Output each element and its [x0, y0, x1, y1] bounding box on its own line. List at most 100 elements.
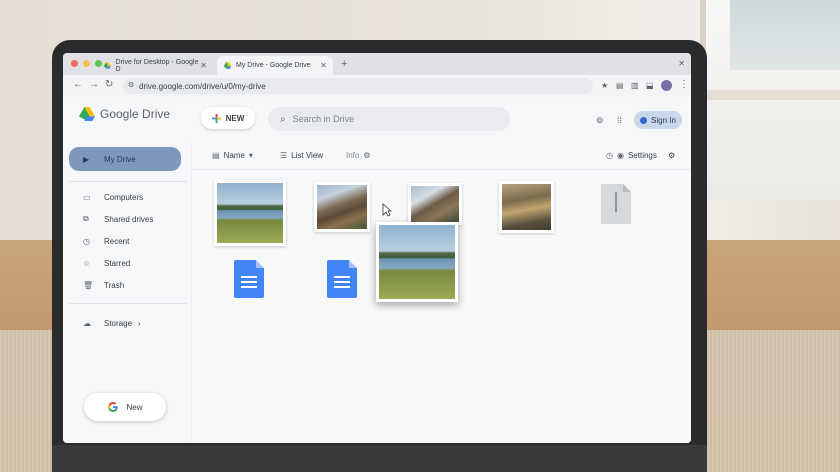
- info-button[interactable]: Info ⚙: [346, 151, 371, 160]
- google-drive-icon: [79, 107, 95, 121]
- sidebar-item-my-drive[interactable]: ▶ My Drive: [69, 147, 181, 171]
- new-button[interactable]: NEW: [201, 107, 255, 129]
- laptop-screen: Drive for Desktop - Google D ✕ My Drive …: [63, 53, 691, 443]
- doc-fold: [256, 260, 264, 268]
- profile-avatar[interactable]: [661, 80, 672, 91]
- room-window-glass: [730, 0, 840, 70]
- doc-line: [241, 286, 257, 288]
- reading-list-icon[interactable]: ▥: [631, 81, 639, 90]
- file-image-mountain[interactable]: [314, 182, 370, 232]
- new-button-label: New: [126, 402, 143, 412]
- browser-tabstrip: Drive for Desktop - Google D ✕ My Drive …: [63, 53, 691, 75]
- browser-tab-drive-desktop[interactable]: Drive for Desktop - Google D ✕: [97, 56, 213, 75]
- tab-title: My Drive - Google Drive: [236, 62, 311, 69]
- room-window-sill: [700, 90, 840, 100]
- sidebar-divider: [69, 303, 187, 304]
- browser-tab-my-drive[interactable]: My Drive - Google Drive ✕: [217, 56, 333, 75]
- sidebar: ▶ My Drive ▭ Computers ⧉ Shared drives ◷…: [63, 143, 191, 443]
- doc-line: [334, 281, 350, 283]
- image-thumbnail: [502, 184, 551, 230]
- doc-line: [241, 276, 257, 278]
- image-thumbnail: [411, 186, 459, 222]
- sort-label: Name: [223, 151, 245, 160]
- main-content: ▤ Name ▾ ☰ List View Info ⚙ ◷ ◉ Settings: [191, 143, 691, 443]
- trash-icon: 🗑: [83, 280, 94, 290]
- window-close-dot[interactable]: [71, 60, 78, 67]
- sort-icon: ▤: [212, 151, 220, 160]
- image-thumbnail: [317, 185, 367, 229]
- downloads-icon[interactable]: ⬓: [646, 81, 654, 90]
- search-icon: ⌕: [280, 113, 286, 125]
- apps-grid-icon[interactable]: ⁞⁞: [617, 115, 622, 125]
- sidebar-item-starred[interactable]: ☆ Starred: [69, 255, 181, 271]
- clock-icon: ◷: [606, 151, 613, 160]
- sidebar-item-shared-drives[interactable]: ⧉ Shared drives: [69, 211, 181, 227]
- doc-line: [334, 286, 350, 288]
- dragged-image-lake[interactable]: [376, 222, 458, 302]
- forward-arrow-icon[interactable]: →: [89, 79, 99, 90]
- drive-app: Google Drive NEW ⌕ Search in Drive ⊚ ⁞⁞ …: [63, 97, 691, 443]
- zip-file-icon[interactable]: [601, 184, 631, 224]
- sidebar-item-recent[interactable]: ◷ Recent: [69, 233, 181, 249]
- computer-icon: ▭: [83, 192, 91, 202]
- bookmark-star-icon[interactable]: ★: [601, 81, 608, 90]
- address-bar[interactable]: ⚙ drive.google.com/drive/u/0/my-drive: [123, 78, 593, 94]
- main-toolbar: ▤ Name ▾ ☰ List View Info ⚙ ◷ ◉ Settings: [192, 143, 691, 170]
- file-image-valley[interactable]: [499, 181, 554, 233]
- file-image-lake[interactable]: [214, 180, 286, 246]
- list-view-button[interactable]: ☰ List View: [280, 151, 323, 160]
- settings-label: Settings: [627, 151, 657, 160]
- close-icon[interactable]: ✕: [678, 59, 685, 68]
- sidebar-item-computers[interactable]: ▭ Computers: [69, 189, 181, 205]
- list-view-icon: ☰: [280, 151, 288, 160]
- sidebar-item-storage[interactable]: ☁ Storage ›: [69, 315, 181, 331]
- sidebar-item-label: My Drive: [104, 154, 136, 164]
- new-button-bottom[interactable]: New: [84, 393, 166, 421]
- signin-button[interactable]: Sign In: [634, 111, 682, 129]
- help-icon[interactable]: ⊚: [596, 115, 604, 126]
- sidebar-item-label: Starred: [104, 258, 131, 268]
- plus-icon: [211, 113, 221, 123]
- reload-icon[interactable]: ↻: [105, 79, 113, 90]
- star-icon: ☆: [83, 258, 91, 268]
- window-minimize-dot[interactable]: [83, 60, 90, 67]
- tab-close-icon[interactable]: ✕: [320, 61, 327, 70]
- settings-button[interactable]: ◷ ◉ Settings: [606, 151, 657, 160]
- google-docs-icon[interactable]: [327, 260, 357, 298]
- image-thumbnail: [217, 183, 283, 243]
- drive-icon: ▶: [83, 154, 90, 164]
- new-button-label: NEW: [225, 113, 245, 123]
- drive-logo[interactable]: Google Drive: [79, 107, 170, 121]
- drive-logo-text: Google Drive: [100, 107, 171, 121]
- sidebar-item-label: Recent: [104, 236, 130, 246]
- site-info-icon[interactable]: ⚙: [128, 81, 134, 89]
- zipper-icon: [615, 192, 617, 212]
- mouse-cursor-icon: [382, 203, 392, 217]
- search-input[interactable]: ⌕ Search in Drive: [268, 107, 510, 131]
- google-g-icon: [108, 401, 119, 412]
- sidebar-divider: [69, 181, 187, 182]
- google-docs-icon[interactable]: [234, 260, 264, 298]
- new-tab-button[interactable]: +: [341, 58, 347, 70]
- gear-icon[interactable]: ⚙: [668, 151, 675, 160]
- sidebar-item-trash[interactable]: 🗑 Trash: [69, 277, 181, 293]
- url-text: drive.google.com/drive/u/0/my-drive: [139, 81, 266, 91]
- extensions-icon[interactable]: ▤: [616, 81, 624, 90]
- doc-line: [334, 276, 350, 278]
- browser-menu-icon[interactable]: ⋮: [679, 79, 689, 90]
- doc-line: [241, 281, 257, 283]
- account-icon: [640, 116, 648, 124]
- search-placeholder: Search in Drive: [292, 114, 355, 124]
- drive-header: Google Drive NEW ⌕ Search in Drive ⊚ ⁞⁞ …: [63, 97, 691, 143]
- sidebar-item-label: Shared drives: [104, 214, 154, 224]
- signin-label: Sign In: [651, 115, 676, 125]
- cloud-icon: ☁: [83, 318, 91, 328]
- shared-drives-icon: ⧉: [83, 214, 89, 223]
- tab-close-icon[interactable]: ✕: [200, 61, 207, 70]
- back-arrow-icon[interactable]: ←: [73, 79, 83, 90]
- info-icon: ⚙: [363, 151, 371, 160]
- file-image-mountain-2[interactable]: [408, 183, 462, 225]
- laptop-base: [52, 445, 707, 472]
- sort-name-button[interactable]: ▤ Name ▾: [212, 151, 253, 160]
- google-drive-icon: [223, 62, 232, 69]
